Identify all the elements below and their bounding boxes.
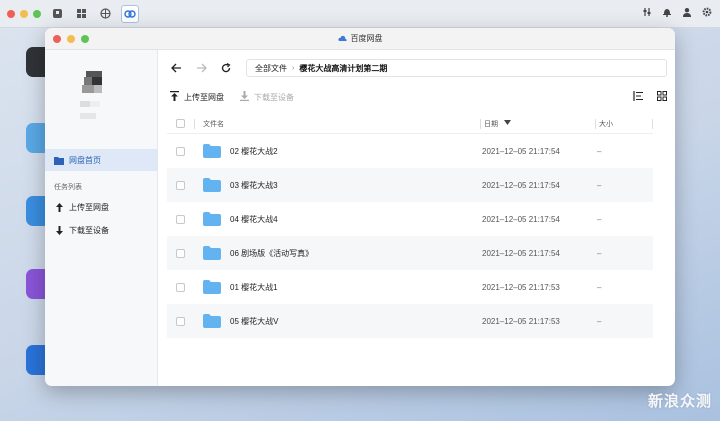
sort-down-icon — [504, 120, 511, 127]
close-dot[interactable] — [7, 9, 15, 18]
sidebar-item-upload[interactable]: 上传至网盘 — [45, 196, 158, 218]
breadcrumb-current: 樱花大战高清计划第二期 — [299, 63, 388, 73]
baidu-cloud-icon[interactable] — [121, 4, 139, 23]
apps-grid-icon[interactable] — [73, 6, 89, 22]
task-list-section-label: 任务列表 — [54, 184, 82, 191]
download-button[interactable]: 下载至设备 — [240, 90, 294, 104]
folder-icon — [203, 144, 221, 158]
sidebar-item-label: 下载至设备 — [69, 225, 109, 235]
file-size: – — [597, 146, 602, 156]
cloud-logo-icon — [337, 35, 347, 42]
sidebar-item-label: 网盘首页 — [69, 155, 101, 165]
table-row[interactable]: 04 樱花大战4 2021–12–05 21:17:54 – — [167, 202, 653, 236]
download-button-label: 下载至设备 — [254, 92, 294, 102]
breadcrumb-root[interactable]: 全部文件 — [255, 63, 287, 74]
file-name: 02 樱花大战2 — [230, 146, 278, 156]
avatar[interactable] — [80, 71, 108, 133]
desktop-window-controls — [7, 9, 41, 18]
file-date: 2021–12–05 21:17:54 — [482, 180, 560, 190]
storage-icon[interactable] — [49, 6, 65, 22]
file-date: 2021–12–05 21:17:54 — [482, 146, 560, 156]
row-checkbox[interactable] — [176, 316, 185, 326]
folder-icon — [203, 246, 221, 260]
file-size: – — [597, 316, 602, 326]
breadcrumb-separator: › — [292, 64, 295, 72]
sort-list-icon[interactable] — [632, 90, 643, 104]
sidebar-item-label: 上传至网盘 — [69, 202, 109, 212]
file-name: 04 樱花大战4 — [230, 214, 278, 224]
folder-icon — [203, 314, 221, 328]
file-date: 2021–12–05 21:17:53 — [482, 316, 560, 326]
file-size: – — [597, 214, 602, 224]
folder-icon — [203, 178, 221, 192]
folder-icon — [54, 155, 64, 165]
upload-button[interactable]: 上传至网盘 — [170, 90, 224, 104]
column-divider — [652, 119, 653, 129]
window-titlebar: 百度网盘 — [45, 28, 675, 50]
main-content: 全部文件 › 樱花大战高清计划第二期 上传至网盘 下载至设备 文件名 日期 大小… — [158, 50, 675, 386]
navigation-row: 全部文件 › 樱花大战高清计划第二期 — [168, 58, 667, 78]
file-size: – — [597, 282, 602, 292]
minimize-dot[interactable] — [20, 9, 28, 18]
user-icon[interactable] — [682, 7, 692, 20]
sliders-icon[interactable] — [642, 7, 652, 20]
column-divider — [595, 119, 596, 129]
table-row[interactable]: 03 樱花大战3 2021–12–05 21:17:54 – — [167, 168, 653, 202]
row-checkbox[interactable] — [176, 248, 185, 258]
baidu-netdisk-window: 百度网盘 网盘首页 任务列表 上传至网盘 下载至设备 全部文件 › 樱花大战高清… — [45, 28, 675, 386]
file-size: – — [597, 248, 602, 258]
gear-icon[interactable] — [702, 7, 712, 20]
file-table: 文件名 日期 大小 02 樱花大战2 2021–12–05 21:17:54 –… — [167, 114, 653, 338]
column-header-date-label: 日期 — [484, 120, 498, 128]
network-icon[interactable] — [97, 6, 113, 22]
file-size: – — [597, 180, 602, 190]
column-header-date[interactable]: 日期 — [484, 119, 511, 129]
upload-icon — [170, 90, 179, 104]
file-date: 2021–12–05 21:17:54 — [482, 214, 560, 224]
bell-icon[interactable] — [662, 7, 672, 20]
column-header-size[interactable]: 大小 — [599, 119, 613, 129]
watermark: 新浪众测 — [647, 393, 712, 410]
table-row[interactable]: 06 剧场版《活动写真》 2021–12–05 21:17:54 – — [167, 236, 653, 270]
folder-icon — [203, 280, 221, 294]
row-checkbox[interactable] — [176, 282, 185, 292]
table-row[interactable]: 01 樱花大战1 2021–12–05 21:17:53 – — [167, 270, 653, 304]
sidebar-item-download[interactable]: 下载至设备 — [45, 219, 158, 241]
table-row[interactable]: 05 樱花大战V 2021–12–05 21:17:53 – — [167, 304, 653, 338]
desktop-topbar — [0, 0, 720, 28]
table-row[interactable]: 02 樱花大战2 2021–12–05 21:17:54 – — [167, 134, 653, 168]
select-all-checkbox[interactable] — [176, 119, 185, 128]
grid-view-icon[interactable] — [657, 90, 667, 104]
breadcrumb[interactable]: 全部文件 › 樱花大战高清计划第二期 — [246, 59, 667, 77]
topbar-right-icons — [642, 7, 712, 20]
download-icon — [240, 90, 249, 104]
table-header: 文件名 日期 大小 — [167, 114, 653, 134]
toolbar: 上传至网盘 下载至设备 — [170, 88, 667, 106]
refresh-icon[interactable] — [218, 60, 234, 76]
column-divider — [194, 119, 195, 129]
file-name: 05 樱花大战V — [230, 316, 279, 326]
window-title: 百度网盘 — [45, 33, 675, 44]
file-name: 06 剧场版《活动写真》 — [230, 248, 314, 258]
file-date: 2021–12–05 21:17:54 — [482, 248, 560, 258]
file-name: 01 樱花大战1 — [230, 282, 278, 292]
column-header-name[interactable]: 文件名 — [203, 119, 224, 129]
upload-button-label: 上传至网盘 — [184, 92, 224, 102]
row-checkbox[interactable] — [176, 146, 185, 156]
upload-icon — [54, 202, 64, 212]
download-icon — [54, 225, 64, 235]
sidebar-item-home[interactable]: 网盘首页 — [45, 149, 158, 171]
window-title-text: 百度网盘 — [350, 34, 383, 43]
column-divider — [480, 119, 481, 129]
row-checkbox[interactable] — [176, 180, 185, 190]
file-date: 2021–12–05 21:17:53 — [482, 282, 560, 292]
forward-arrow-icon[interactable] — [193, 60, 209, 76]
view-options — [632, 90, 667, 104]
row-checkbox[interactable] — [176, 214, 185, 224]
file-name: 03 樱花大战3 — [230, 180, 278, 190]
sidebar: 网盘首页 任务列表 上传至网盘 下载至设备 — [45, 50, 158, 386]
maximize-dot[interactable] — [33, 9, 41, 18]
folder-icon — [203, 212, 221, 226]
back-arrow-icon[interactable] — [168, 60, 184, 76]
